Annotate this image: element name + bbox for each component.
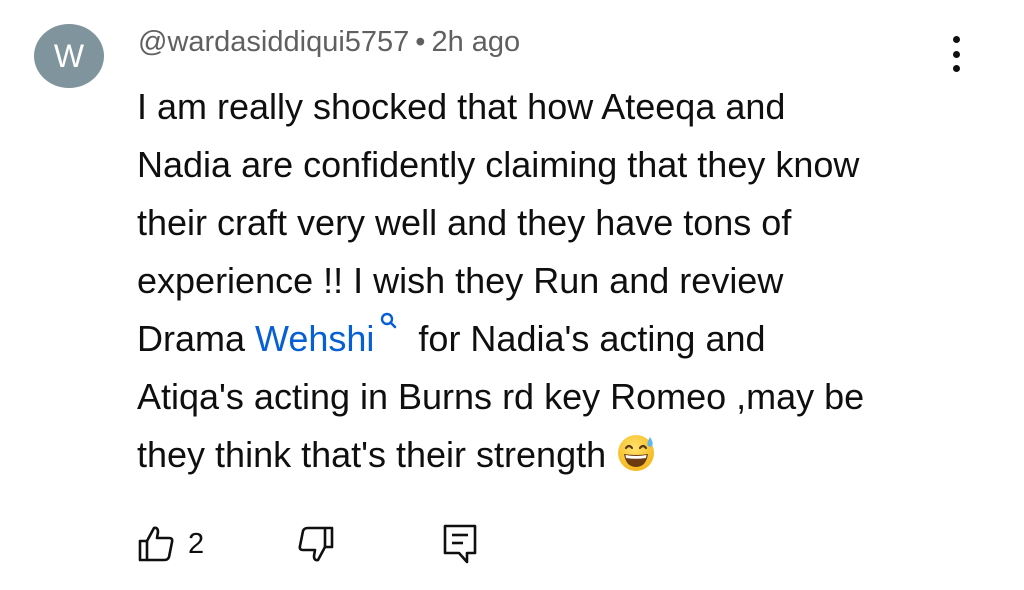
- thumbs-down-icon: [298, 526, 334, 562]
- reply-comment-icon: [443, 524, 477, 564]
- comment-line: Atiqa's acting in Burns rd key Romeo ,ma…: [137, 376, 865, 417]
- comment-actions: 2: [136, 521, 556, 571]
- like-button[interactable]: 2: [136, 521, 204, 567]
- comment-line-suffix: for Nadia's acting and: [418, 318, 766, 359]
- comment-line: Nadia are confidently claiming that they…: [137, 144, 860, 185]
- comment-line: I am really shocked that how Ateeqa and: [137, 86, 786, 127]
- comment-line-text: they think that's their strength: [137, 434, 607, 475]
- search-icon: [381, 312, 397, 329]
- more-dot: [952, 65, 960, 72]
- comment-line: Drama Wehshi for Nadia's acting and: [137, 310, 967, 368]
- comment-card: W @wardasiddiqui5757 • 2h ago I am really …: [0, 0, 1024, 590]
- comment-line: their craft very well and they have tons…: [137, 202, 792, 243]
- comment-text: I am really shocked that how Ateeqa and …: [137, 78, 967, 484]
- avatar[interactable]: W: [34, 24, 104, 88]
- like-count: 2: [188, 527, 205, 560]
- comment-timestamp[interactable]: 2h ago: [431, 26, 520, 58]
- author-handle[interactable]: @wardasiddiqui5757: [138, 26, 409, 58]
- dislike-button[interactable]: [296, 521, 336, 567]
- grinning-face-with-sweat-emoji: [618, 435, 655, 471]
- comment-header: @wardasiddiqui5757 • 2h ago: [138, 26, 520, 59]
- comment-line: they think that's their strength: [137, 426, 967, 484]
- more-options-button[interactable]: [938, 34, 974, 74]
- avatar-letter: W: [53, 37, 85, 74]
- comment-line: experience !! I wish they Run and review: [137, 260, 784, 301]
- more-dot: [952, 36, 960, 43]
- comment-line-prefix: Drama: [137, 318, 256, 359]
- reply-button[interactable]: [440, 521, 480, 567]
- more-dot: [952, 50, 960, 58]
- meta-separator: •: [415, 26, 426, 58]
- search-link-wehshi[interactable]: Wehshi: [255, 312, 418, 359]
- thumbs-up-icon: [138, 526, 174, 562]
- search-link-label[interactable]: Wehshi: [255, 318, 374, 359]
